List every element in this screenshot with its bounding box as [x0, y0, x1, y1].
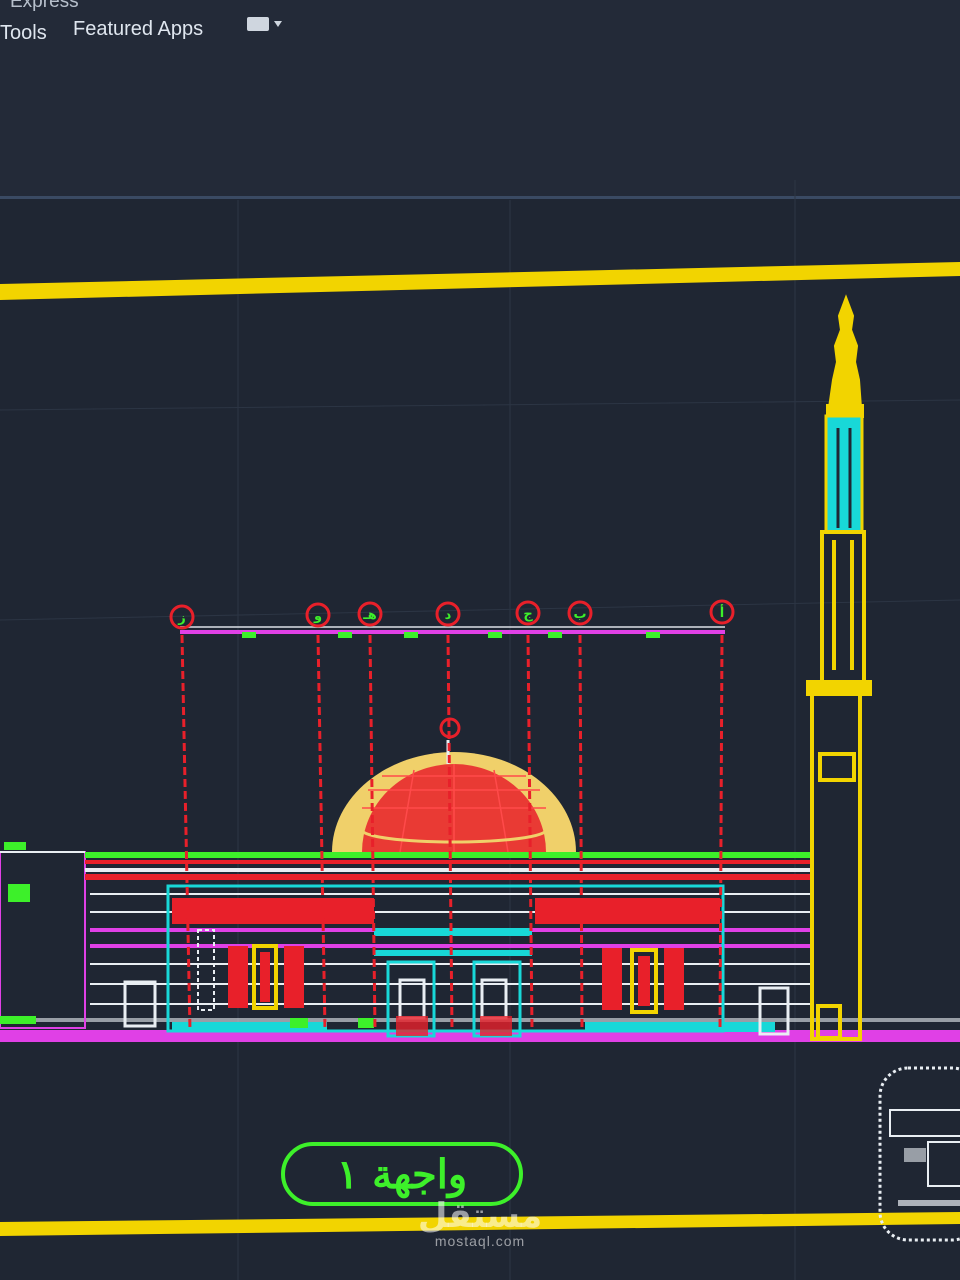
dimension-line — [180, 626, 725, 634]
grid-marker-label-d: د — [445, 608, 452, 623]
left-windows — [228, 944, 304, 1010]
grid-marker-label-h: هـ — [362, 608, 376, 623]
main-block — [166, 884, 790, 1038]
watermark-main: مستقل — [417, 1196, 543, 1236]
grid-marker-label-a: أ — [720, 604, 724, 621]
watermark: مستقل mostaql.com — [410, 1198, 550, 1248]
grid-marker-label-w: و — [313, 609, 322, 624]
right-windows — [602, 948, 684, 1014]
grid-marker-label-b: ب — [573, 607, 586, 622]
canvas-grid — [0, 180, 960, 1280]
dome — [332, 717, 576, 853]
grid-marker-label-j: ج — [523, 607, 533, 622]
minaret — [806, 294, 872, 1041]
cad-drawing: ز و هـ د ج ب أ — [0, 180, 960, 1280]
grid-marker-label-z: ز — [177, 611, 185, 626]
watermark-url: mostaql.com — [434, 1233, 526, 1249]
